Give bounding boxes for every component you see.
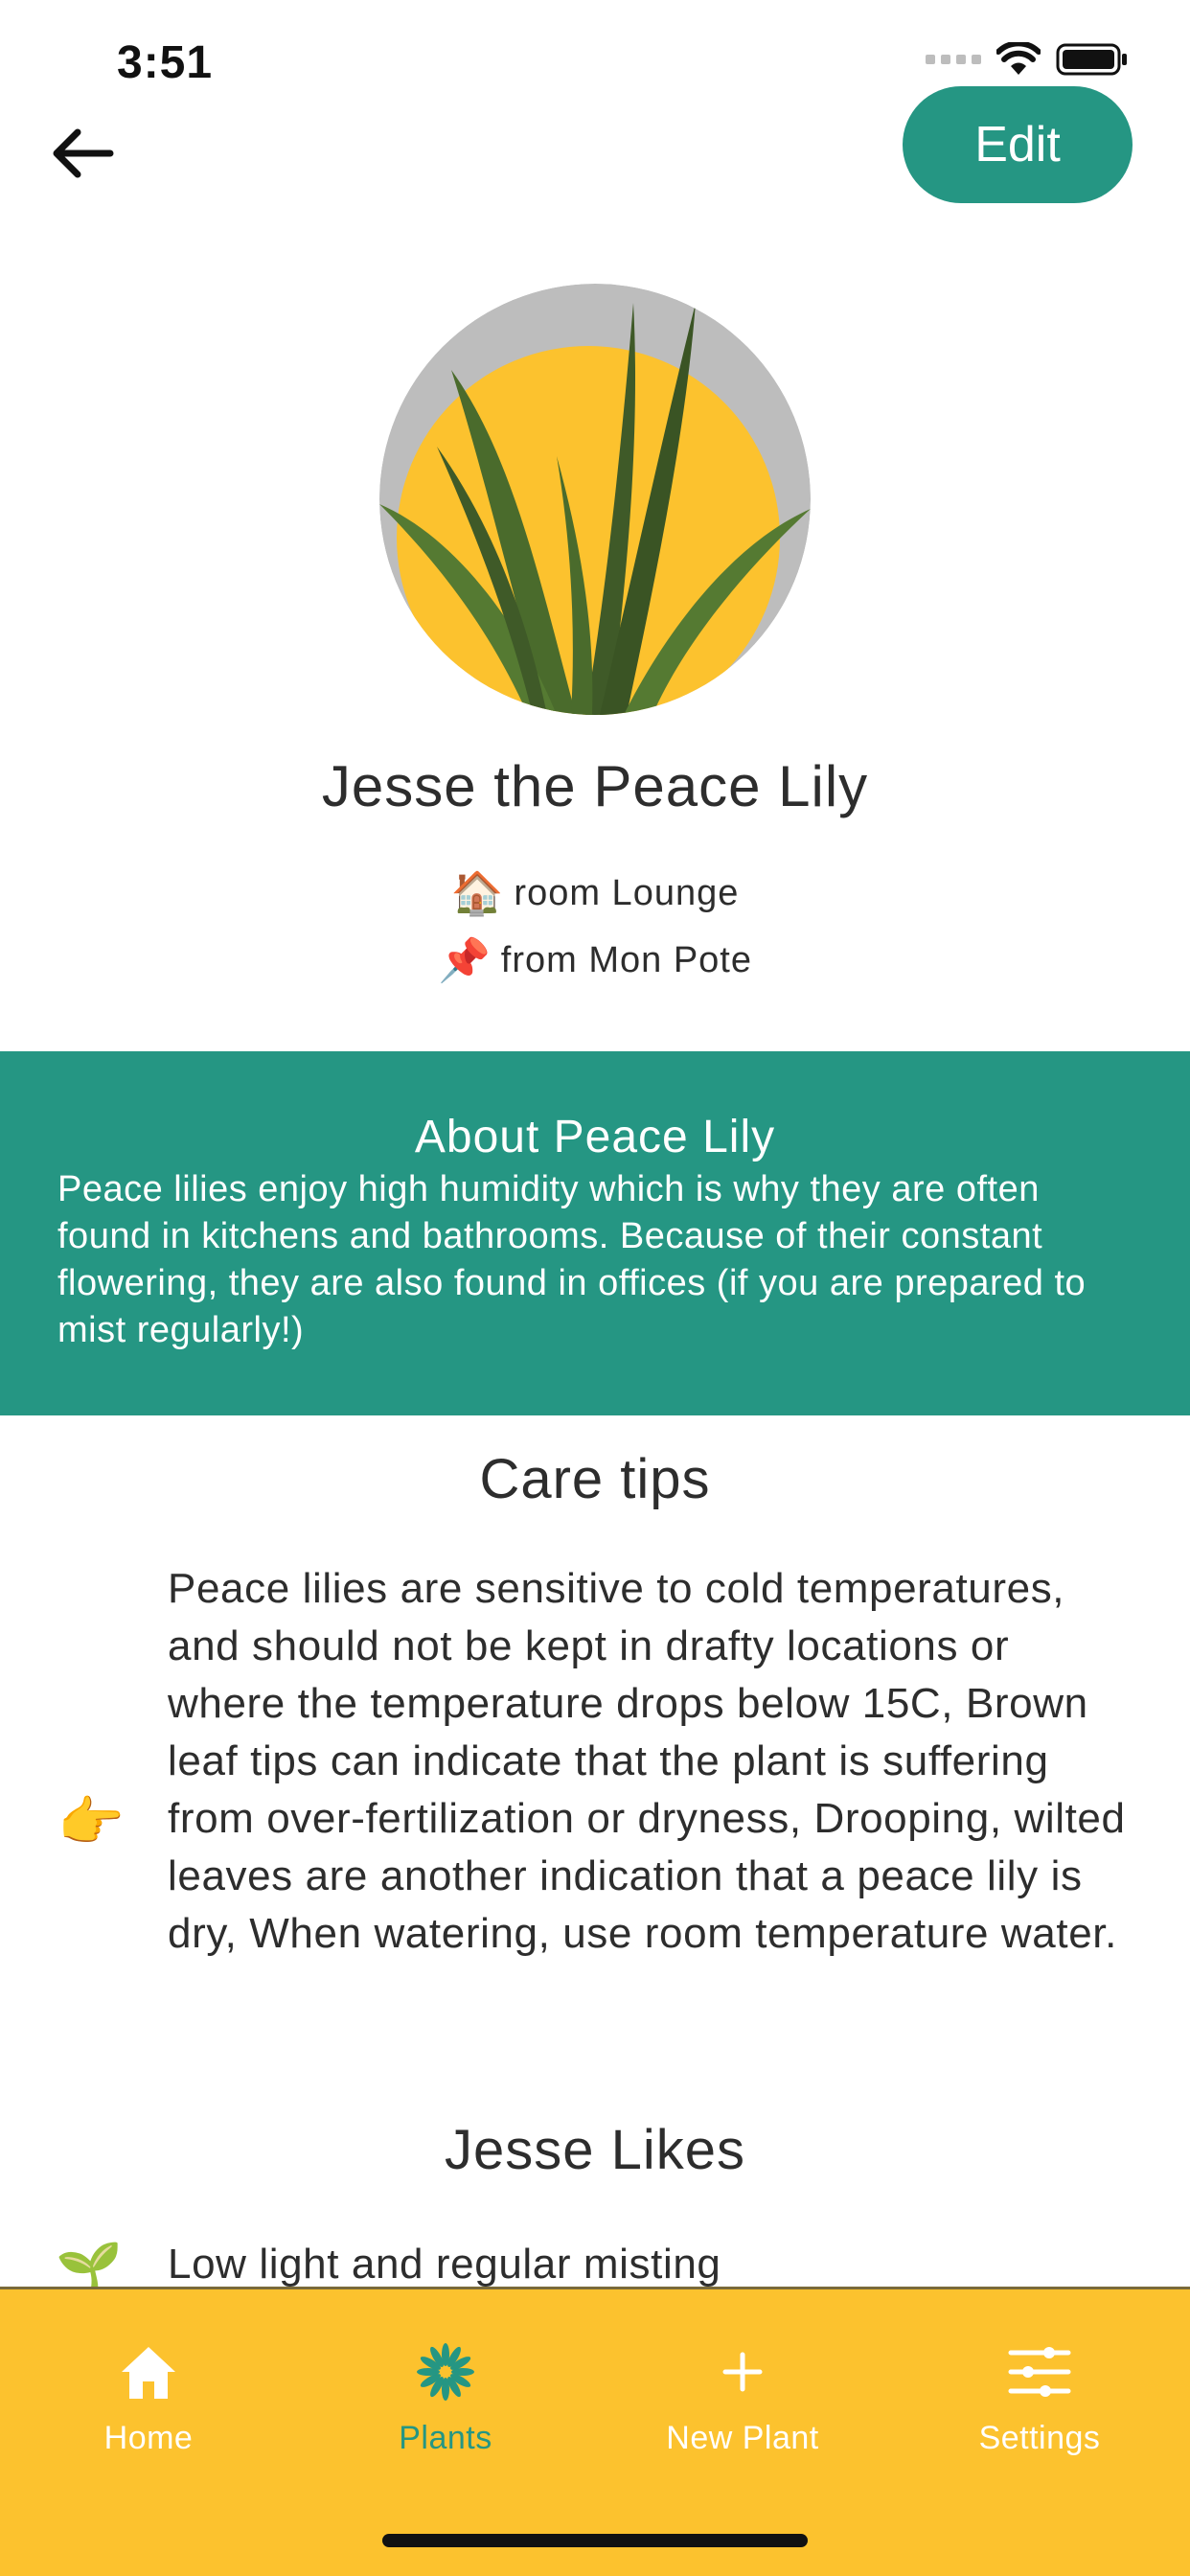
plant-avatar (379, 284, 811, 715)
tab-bar: Home Plants New Plant Settings (0, 2287, 1190, 2576)
care-tips-title: Care tips (479, 1448, 711, 1510)
plus-icon (722, 2352, 763, 2392)
likes-title: Jesse Likes (444, 2119, 746, 2181)
back-button[interactable] (44, 115, 121, 192)
status-icons (926, 42, 1129, 77)
from-text: from Mon Pote (500, 939, 752, 980)
tab-label: Settings (978, 2420, 1101, 2456)
about-section: About Peace Lily Peace lilies enjoy high… (0, 1051, 1190, 1415)
care-tip-item: 👉 Peace lilies are sensitive to cold tem… (0, 1560, 1190, 2078)
signal-icon (926, 55, 981, 64)
plant-name: Jesse the Peace Lily (321, 754, 869, 818)
wifi-icon (996, 42, 1041, 75)
about-text: Peace lilies enjoy high humidity which i… (57, 1169, 1087, 1350)
tab-home[interactable]: Home (0, 2289, 297, 2510)
home-indicator (382, 2534, 808, 2547)
sliders-icon (1008, 2347, 1071, 2397)
tab-new-plant[interactable]: New Plant (594, 2289, 891, 2510)
arrow-left-icon (53, 128, 114, 178)
home-icon (122, 2347, 175, 2399)
tab-plants[interactable]: Plants (297, 2289, 594, 2510)
tab-settings[interactable]: Settings (891, 2289, 1188, 2510)
tab-label: Home (103, 2420, 194, 2456)
likes-text: Low light and regular misting (168, 2241, 721, 2288)
status-time: 3:51 (117, 37, 214, 88)
room-text: room Lounge (514, 872, 740, 913)
flower-icon (417, 2343, 474, 2401)
care-tip-text: Peace lilies are sensitive to cold tempe… (168, 1565, 1126, 1957)
tab-label: New Plant (666, 2420, 819, 2456)
plant-source: 📌 from Mon Pote (0, 935, 1190, 985)
pin-icon: 📌 (437, 937, 492, 984)
battery-icon (1056, 43, 1127, 76)
about-title: About Peace Lily (414, 1112, 776, 1162)
house-icon: 🏠 (450, 870, 505, 917)
pointing-hand-icon: 👉 (57, 1791, 125, 1852)
edit-button[interactable]: Edit (903, 86, 1133, 203)
plant-room: 🏠 room Lounge (0, 868, 1190, 918)
tab-label: Plants (399, 2420, 492, 2456)
